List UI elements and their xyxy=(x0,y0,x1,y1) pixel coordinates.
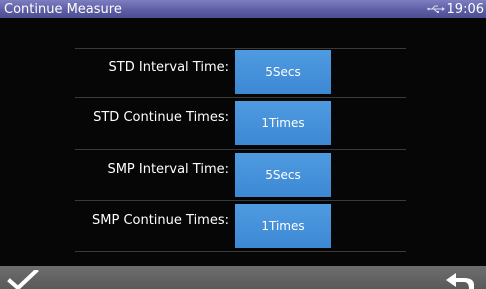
smp-continue-times-label: SMP Continue Times: xyxy=(92,213,229,228)
clock: 19:06 xyxy=(446,1,484,17)
status-area: 19:06 xyxy=(426,1,484,17)
row-divider xyxy=(75,97,406,98)
std-continue-times-label: STD Continue Times: xyxy=(93,110,229,125)
back-arrow-icon[interactable] xyxy=(444,270,478,289)
window-title: Continue Measure xyxy=(4,1,122,17)
std-interval-time-button[interactable]: 5Secs xyxy=(235,50,331,94)
bottom-toolbar xyxy=(0,266,486,289)
row-divider xyxy=(75,149,406,150)
row-divider xyxy=(75,48,406,49)
smp-continue-times-button[interactable]: 1Times xyxy=(235,204,331,248)
std-interval-time-label: STD Interval Time: xyxy=(108,60,229,75)
row-divider xyxy=(75,200,406,201)
title-bar: Continue Measure 19:06 xyxy=(0,0,486,18)
smp-interval-time-button[interactable]: 5Secs xyxy=(235,153,331,197)
settings-panel: STD Interval Time: 5Secs STD Continue Ti… xyxy=(0,18,486,266)
row-divider xyxy=(75,251,406,252)
smp-interval-time-label: SMP Interval Time: xyxy=(107,162,229,177)
usb-icon xyxy=(426,5,445,13)
check-icon[interactable] xyxy=(4,270,44,289)
std-continue-times-button[interactable]: 1Times xyxy=(235,101,331,145)
